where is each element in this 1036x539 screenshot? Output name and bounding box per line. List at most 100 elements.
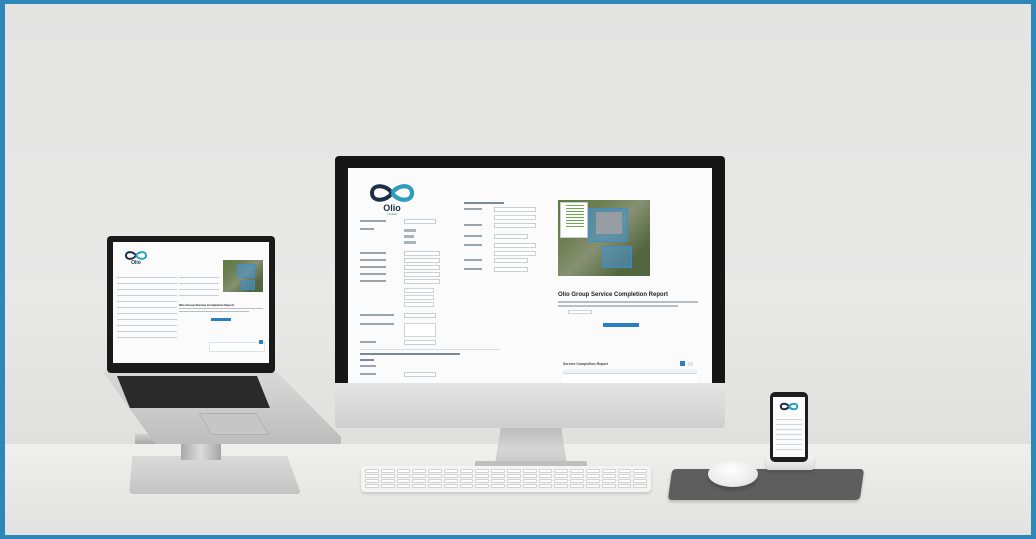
- text-field[interactable]: [404, 302, 434, 307]
- imac-monitor: Olio Limited Olio Group Service Completi…: [335, 156, 725, 399]
- report-title: Olio Group Service Completion Report: [558, 292, 669, 298]
- text-field[interactable]: [404, 288, 434, 293]
- field-label: [464, 224, 482, 226]
- phone-display: [773, 397, 805, 457]
- table-action-button[interactable]: [259, 340, 263, 344]
- select-field[interactable]: [404, 372, 436, 377]
- mouse: [708, 461, 758, 487]
- field-label: [360, 266, 386, 268]
- table-action-button[interactable]: [680, 361, 685, 366]
- laptop-form[interactable]: [117, 272, 177, 342]
- select-field[interactable]: [404, 313, 436, 318]
- laptop-trackpad: [198, 413, 270, 435]
- form-row: [360, 219, 450, 225]
- text-field[interactable]: [494, 215, 536, 220]
- laptop-monitor: Olio Olio Group Service Completion Repor…: [107, 236, 275, 373]
- form-row: [360, 372, 450, 378]
- olio-logo: Olio: [123, 250, 149, 266]
- form-row: [360, 313, 450, 319]
- text-field[interactable]: [404, 295, 434, 300]
- report-description: [558, 301, 698, 303]
- form-row: [360, 279, 450, 285]
- report-table: [209, 342, 265, 352]
- map-building: [596, 212, 622, 234]
- generate-report-button[interactable]: [211, 318, 231, 321]
- imac-chin: [335, 383, 725, 428]
- field-label: [360, 273, 386, 275]
- table-header: [563, 369, 697, 374]
- mouse-pad: [667, 469, 865, 500]
- phone-form[interactable]: [776, 415, 802, 453]
- laptop-form[interactable]: [179, 272, 219, 298]
- report-description: [558, 305, 678, 307]
- report-description: [179, 311, 249, 312]
- laptop-keyboard: [117, 376, 270, 408]
- select-field[interactable]: [404, 340, 436, 345]
- radio-option[interactable]: [404, 235, 414, 238]
- divider: [360, 349, 500, 350]
- text-field[interactable]: [494, 251, 536, 256]
- section-heading: [464, 202, 504, 204]
- field-label: [360, 373, 376, 375]
- form-row: [464, 258, 554, 264]
- map-zone-highlight: [241, 280, 255, 290]
- text-field[interactable]: [494, 207, 536, 212]
- field-label: [360, 365, 376, 367]
- map-legend: [560, 202, 588, 238]
- infinity-logo-icon: [369, 184, 415, 202]
- field-label: [360, 341, 376, 343]
- field-label: [464, 208, 482, 210]
- report-description: [179, 308, 263, 309]
- laptop-display: Olio Olio Group Service Completion Repor…: [113, 242, 269, 363]
- report-input[interactable]: [568, 310, 592, 314]
- imac-display: Olio Limited Olio Group Service Completi…: [348, 168, 712, 388]
- field-label: [360, 259, 386, 261]
- text-field[interactable]: [404, 279, 440, 284]
- table-action-button[interactable]: [688, 362, 693, 366]
- form-row: [360, 251, 450, 257]
- textarea-field[interactable]: [404, 323, 436, 337]
- field-label: [360, 220, 386, 222]
- form-row: [360, 265, 450, 271]
- field-label: [360, 314, 394, 316]
- section-heading: [360, 359, 374, 361]
- photo-frame: Olio Limited Olio Group Service Completi…: [5, 4, 1031, 535]
- select-field[interactable]: [494, 234, 528, 239]
- text-field[interactable]: [404, 272, 440, 277]
- radio-option[interactable]: [404, 229, 416, 232]
- text-field[interactable]: [404, 265, 440, 270]
- form-row: [360, 272, 450, 278]
- logo-brand-name: Olio: [131, 260, 141, 266]
- text-field[interactable]: [404, 258, 440, 263]
- form-row: [360, 258, 450, 264]
- field-label: [464, 259, 482, 261]
- olio-logo: [778, 402, 800, 411]
- laptop-stand-column: [181, 442, 221, 460]
- field-label: [360, 280, 386, 282]
- infinity-logo-icon: [779, 402, 799, 411]
- site-map[interactable]: [558, 200, 650, 276]
- select-field[interactable]: [494, 267, 528, 272]
- field-label: [360, 252, 386, 254]
- select-field[interactable]: [404, 219, 436, 224]
- field-label: [360, 228, 374, 230]
- form-row: [464, 267, 554, 273]
- form-row: [464, 243, 554, 249]
- field-label: [464, 268, 482, 270]
- field-label: [464, 244, 482, 246]
- generate-report-button[interactable]: [603, 323, 639, 327]
- laptop-stand-base: [129, 456, 301, 494]
- phone: [770, 392, 808, 462]
- date-field[interactable]: [494, 223, 536, 228]
- imac-stand: [495, 428, 567, 464]
- date-field[interactable]: [494, 258, 528, 263]
- report-title: Olio Group Service Completion Report: [179, 303, 235, 307]
- form-row: [464, 234, 554, 240]
- radio-option[interactable]: [404, 241, 416, 244]
- section-heading: [360, 353, 460, 355]
- site-map[interactable]: [223, 260, 263, 292]
- text-field[interactable]: [404, 251, 440, 256]
- form-row: [360, 340, 450, 346]
- form-row: [464, 207, 554, 213]
- text-field[interactable]: [494, 243, 536, 248]
